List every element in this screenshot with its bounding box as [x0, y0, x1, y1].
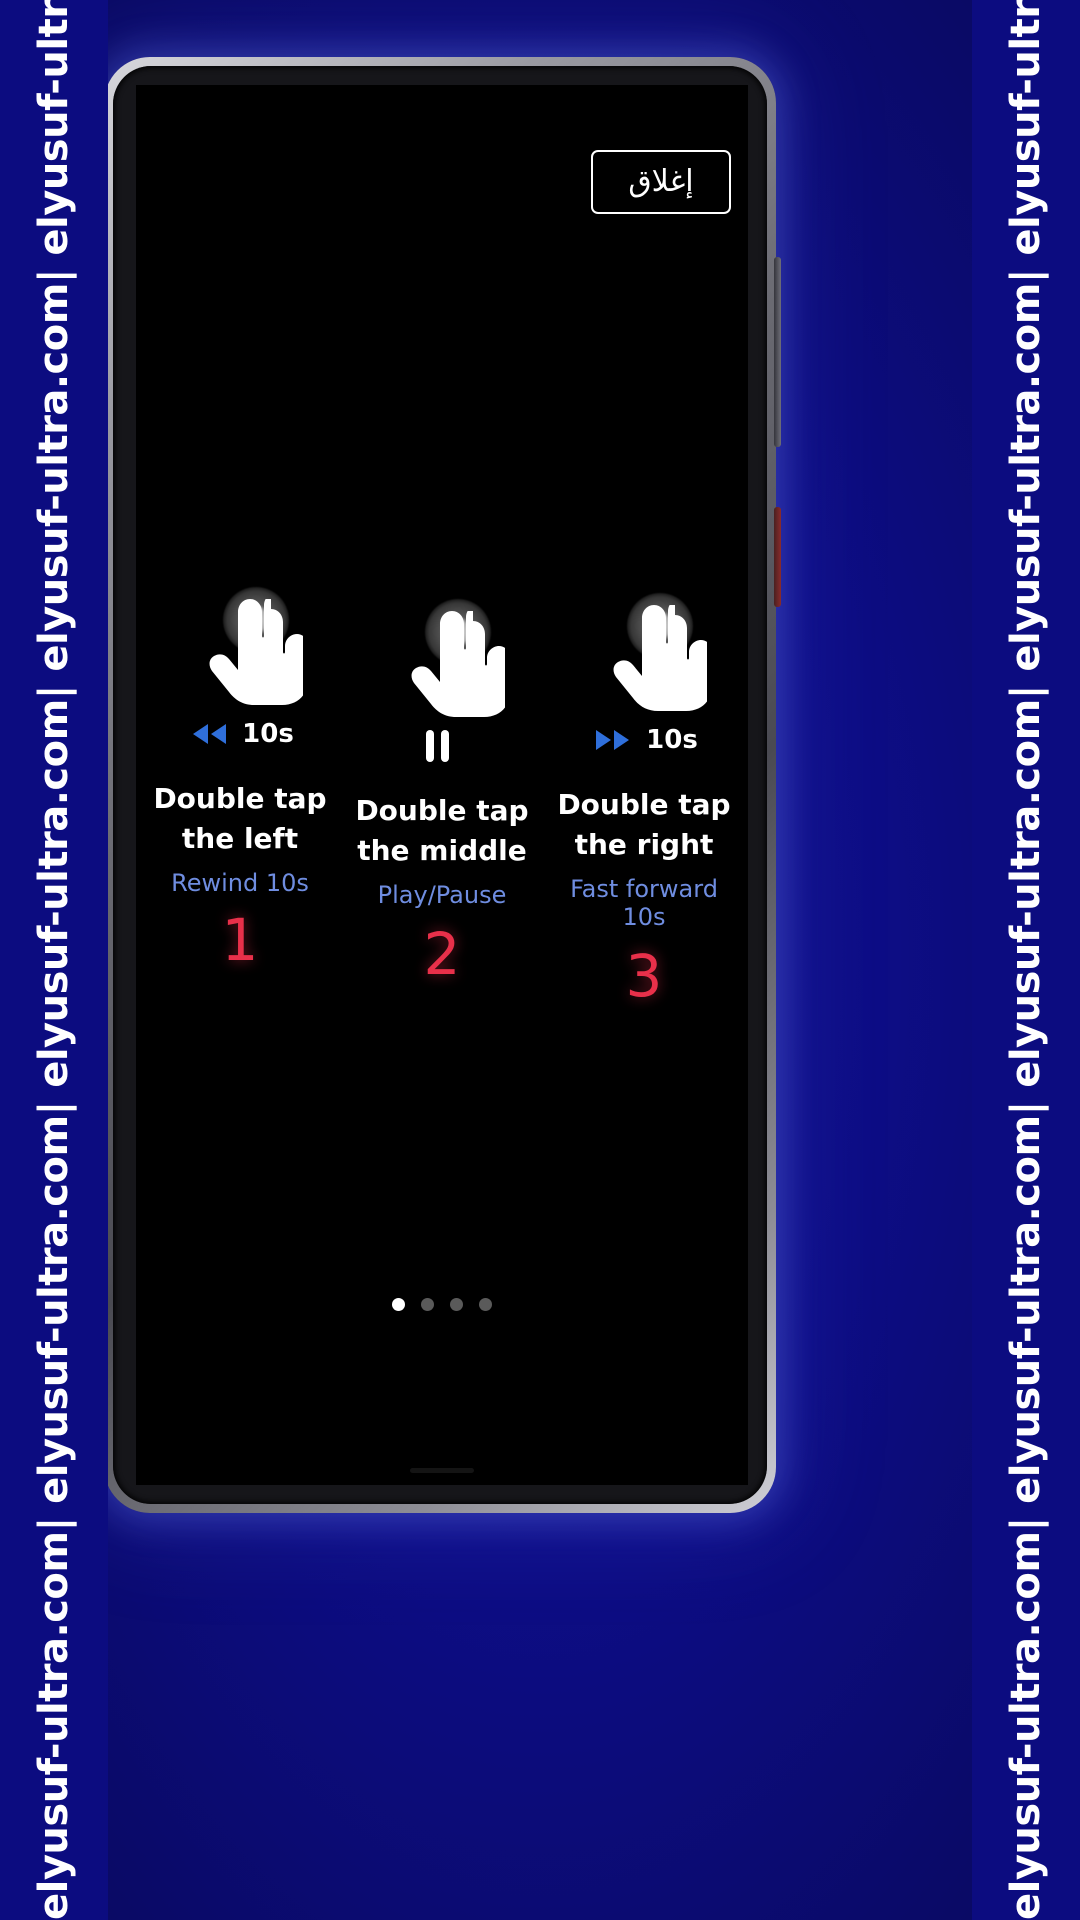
gesture-step-number-1: 1	[221, 905, 259, 974]
gesture-column-playpause: Double tap the middle Play/Pause 2	[344, 597, 540, 983]
watermark-text-right: elyusuf-ultra.com| elyusuf-ultra.com| el…	[1003, 0, 1049, 1920]
rewind-seconds-label: 10s	[242, 719, 294, 749]
close-button[interactable]: إغلاق	[591, 150, 731, 214]
gesture-headline-middle: Double tap the middle	[355, 794, 529, 867]
gesture-subline-right: Fast forward 10s	[570, 874, 718, 931]
pagination-dot-3[interactable]	[450, 1298, 463, 1311]
pause-icon	[426, 730, 449, 762]
pagination-dot-1[interactable]	[392, 1298, 405, 1311]
watermark-strip-left: elyusuf-ultra.com| elyusuf-ultra.com| el…	[0, 0, 108, 1920]
phone-screen: إغلاق 10s Double tap the left Rewind 10s…	[136, 85, 748, 1485]
watermark-text-left: elyusuf-ultra.com| elyusuf-ultra.com| el…	[31, 0, 77, 1920]
pointing-hand-icon	[613, 605, 707, 711]
fast-forward-icon	[596, 730, 630, 750]
power-button[interactable]	[774, 507, 781, 607]
gesture-column-rewind: 10s Double tap the left Rewind 10s 1	[142, 585, 338, 969]
gesture-headline-left: Double tap the left	[153, 782, 327, 855]
pagination-dot-4[interactable]	[479, 1298, 492, 1311]
action-indicator-rewind: 10s	[186, 711, 294, 757]
action-indicator-fastforward: 10s	[590, 717, 698, 763]
gesture-step-number-2: 2	[423, 919, 461, 988]
pointing-hand-icon	[411, 611, 505, 717]
pagination-dot-2[interactable]	[421, 1298, 434, 1311]
gesture-headline-right: Double tap the right	[557, 788, 731, 861]
fastforward-seconds-label: 10s	[646, 725, 698, 755]
hand-tap-icon	[175, 585, 305, 705]
volume-button[interactable]	[774, 257, 781, 447]
home-indicator	[410, 1468, 474, 1473]
hand-tap-icon	[579, 591, 709, 711]
pointing-hand-icon	[209, 599, 303, 705]
gesture-step-number-3: 3	[625, 941, 663, 1010]
gesture-column-fastforward: 10s Double tap the right Fast forward 10…	[546, 591, 742, 1005]
pagination-dots[interactable]	[136, 1298, 748, 1311]
gesture-subline-middle: Play/Pause	[377, 880, 507, 909]
gesture-instructions: 10s Double tap the left Rewind 10s 1 Dou…	[136, 585, 748, 1005]
hand-tap-icon	[377, 597, 507, 717]
screenshot-stage: elyusuf-ultra.com| elyusuf-ultra.com| el…	[0, 0, 1080, 1920]
action-indicator-playpause	[418, 723, 466, 769]
rewind-icon	[193, 724, 227, 744]
gesture-subline-left: Rewind 10s	[171, 868, 309, 897]
watermark-strip-right: elyusuf-ultra.com| elyusuf-ultra.com| el…	[972, 0, 1080, 1920]
